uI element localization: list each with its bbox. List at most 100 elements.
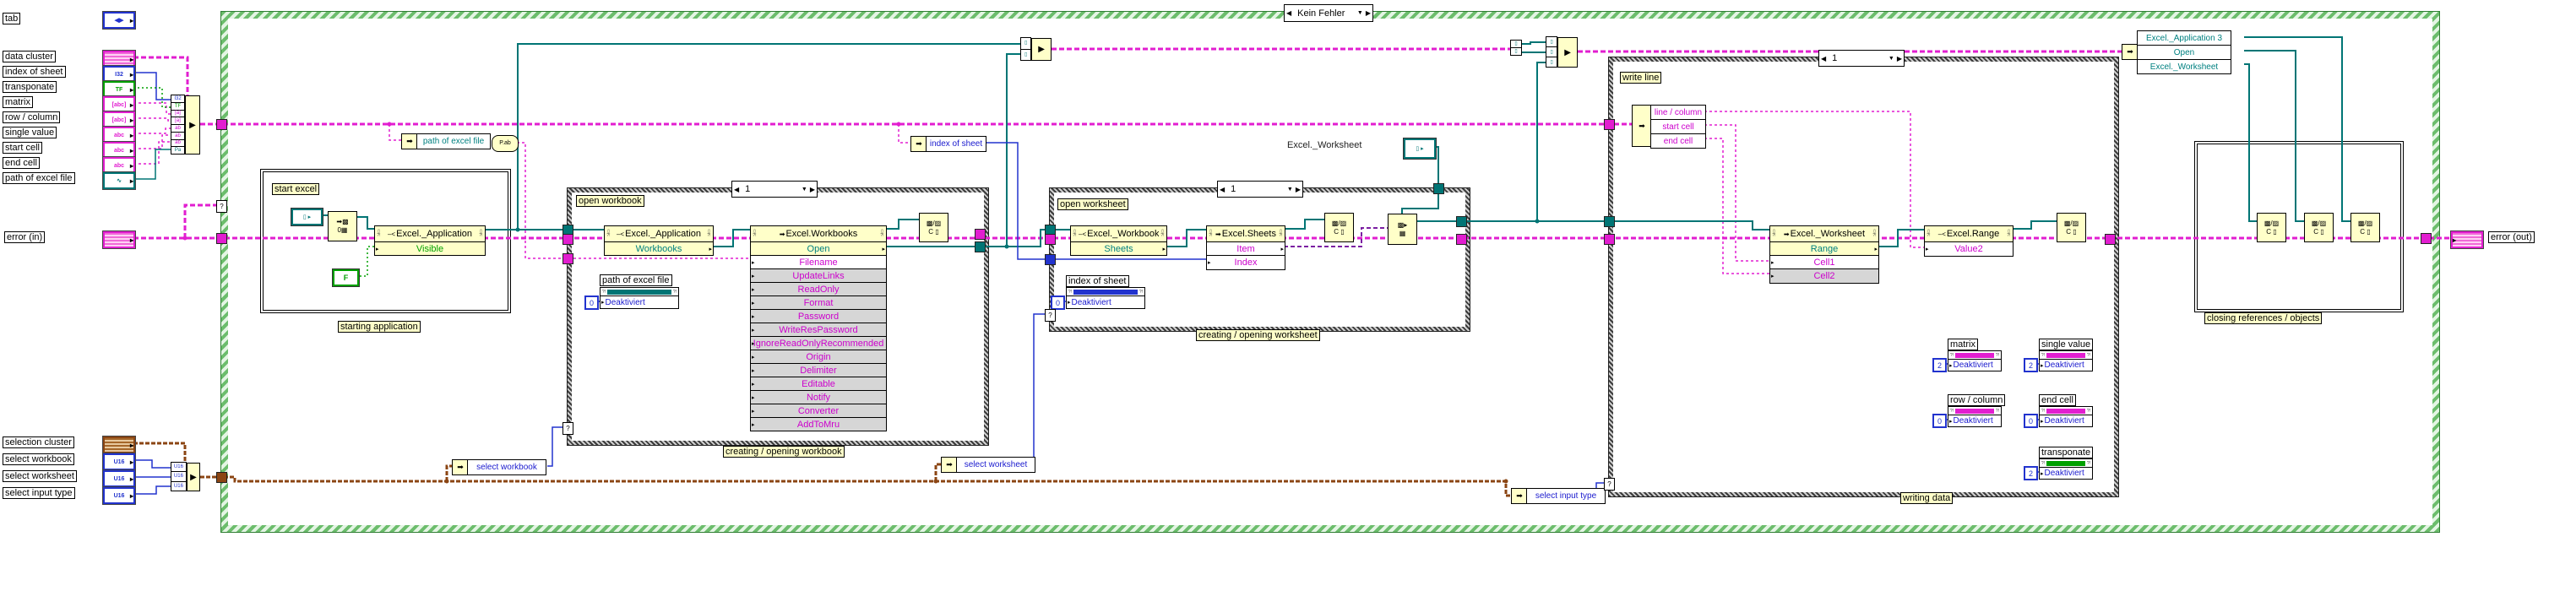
- automation-refnum-constant[interactable]: ▯ ▸: [291, 208, 323, 226]
- param-updatelinks[interactable]: UpdateLinks: [751, 268, 886, 282]
- wire-ref[interactable]: [1284, 219, 1324, 230]
- label-start-cell[interactable]: start cell: [3, 142, 42, 154]
- tunnel-path-string[interactable]: [562, 253, 573, 264]
- wire-path-branch[interactable]: [389, 124, 401, 141]
- invoke-method-open[interactable]: Open: [751, 241, 886, 255]
- caption-creating-opening-workbook[interactable]: creating / opening workbook: [723, 446, 845, 458]
- case-next-icon[interactable]: ▶: [810, 186, 815, 193]
- automation-open-icon[interactable]: ➡▩ 0▦: [328, 211, 357, 241]
- numeric-constant[interactable]: 2: [1932, 358, 1947, 372]
- wire-ref[interactable]: [2012, 220, 2057, 230]
- close-reference-icon[interactable]: ▩/▨ C ▯: [919, 213, 948, 242]
- selector-terminal-workbook[interactable]: ?: [562, 422, 573, 435]
- free-label-excel-worksheet[interactable]: Excel._Worksheet: [1287, 140, 1361, 150]
- property-visible[interactable]: Visible: [375, 241, 485, 255]
- wire-start-cell[interactable]: [1704, 124, 1769, 262]
- param-format[interactable]: Format: [751, 296, 886, 309]
- case-selector-writing[interactable]: ◀ 1 ▼ ▶: [1818, 50, 1905, 67]
- numeric-constant[interactable]: 0: [1051, 296, 1065, 310]
- wire-index-branch[interactable]: [898, 124, 910, 144]
- param-editable[interactable]: Editable: [751, 377, 886, 390]
- close-reference-icon[interactable]: ▩/▨ C ▯: [2257, 213, 2286, 242]
- bundle-selection[interactable]: U16 U16 U16 ▶: [171, 462, 200, 491]
- case-next-icon[interactable]: ▶: [1366, 9, 1371, 17]
- close-reference-icon[interactable]: ▩/▨ C ▯: [2350, 213, 2380, 242]
- wire-sel-worksheet[interactable]: [1024, 313, 1046, 464]
- disable-property-row[interactable]: Deaktiviert: [2039, 467, 2093, 480]
- param-filename[interactable]: Filename: [751, 255, 886, 268]
- numeric-constant[interactable]: 0: [2024, 414, 2038, 428]
- terminal-start-cell[interactable]: abc: [102, 141, 136, 160]
- case-prev-icon[interactable]: ◀: [1286, 9, 1291, 17]
- wire-ref[interactable]: [356, 216, 374, 230]
- tunnel-selection[interactable]: [216, 472, 227, 483]
- tunnel-ref[interactable]: [975, 241, 986, 252]
- property-value2[interactable]: Value2: [1925, 241, 2013, 256]
- disable-property-row[interactable]: Deaktiviert: [1948, 415, 2002, 427]
- tunnel-error-in[interactable]: [216, 233, 227, 244]
- note-open-worksheet[interactable]: open worksheet: [1057, 198, 1128, 210]
- numeric-constant[interactable]: 0: [584, 296, 599, 310]
- invoke-range[interactable]: Range: [1770, 241, 1878, 255]
- terminal-matrix[interactable]: [abc]: [102, 95, 136, 114]
- param-ignorereadonly[interactable]: IgnoreReadOnlyRecommended: [751, 336, 886, 350]
- wire-close-ws[interactable]: [2244, 63, 2257, 222]
- terminal-error-out[interactable]: [2450, 230, 2484, 249]
- to-more-specific-class-icon[interactable]: ▩▸ ▦: [1388, 214, 1417, 245]
- terminal-transponate[interactable]: TF: [102, 80, 136, 99]
- label-select-worksheet[interactable]: select worksheet: [3, 470, 77, 482]
- tunnel-error[interactable]: [562, 234, 573, 245]
- label-transponate[interactable]: transponate: [3, 81, 57, 93]
- wire-close-app[interactable]: [2244, 36, 2350, 222]
- caption-closing-references[interactable]: closing references / objects: [2204, 312, 2323, 324]
- case-dropdown-icon[interactable]: ▼: [802, 187, 807, 192]
- property-node-excel-application[interactable]: ▯ ?! –<Excel._Application ▯ ?! Visible: [374, 225, 486, 256]
- case-dropdown-icon[interactable]: ▼: [1357, 10, 1363, 16]
- wire-u16[interactable]: [133, 459, 171, 469]
- terminal-select-worksheet[interactable]: U16: [102, 469, 136, 488]
- label-error-in[interactable]: error (in): [4, 231, 46, 243]
- unbundle-ref-open[interactable]: Open: [2137, 45, 2231, 60]
- tunnel-error[interactable]: [975, 229, 986, 240]
- param-readonly[interactable]: ReadOnly: [751, 282, 886, 296]
- unbundle-ref-worksheet[interactable]: Excel._Worksheet: [2137, 59, 2231, 74]
- label-single-value[interactable]: single value: [3, 127, 57, 138]
- property-node-excel-application-workbooks[interactable]: ▯ ?! –<Excel._Application ▯ ?! Workbooks: [604, 225, 714, 256]
- case-dropdown-icon[interactable]: ▼: [1889, 56, 1894, 62]
- property-node-excel-workbook-sheets[interactable]: ▯ ?! –<Excel._Workbook ▯ ?! Sheets: [1070, 225, 1167, 256]
- selector-terminal-writing[interactable]: ?: [1604, 478, 1615, 491]
- case-next-icon[interactable]: ▶: [1897, 55, 1902, 62]
- wire-endc-term[interactable]: [133, 141, 171, 165]
- note-write-line[interactable]: write line: [1620, 72, 1662, 84]
- param-delimiter[interactable]: Delimiter: [751, 363, 886, 377]
- close-reference-icon[interactable]: ▩/▨ C ▯: [1324, 213, 1354, 242]
- note-start-excel[interactable]: start excel: [272, 183, 320, 195]
- tunnel-ref[interactable]: [1604, 216, 1615, 227]
- label-end-cell[interactable]: end cell: [3, 157, 40, 169]
- bundle-refs-2[interactable]: ▯ ▯ ▯ ▶: [1546, 36, 1578, 68]
- path-to-string-icon[interactable]: P.ab: [492, 135, 519, 152]
- wire-error-selector[interactable]: [183, 203, 218, 238]
- invoke-cell1[interactable]: Cell1: [1770, 255, 1878, 268]
- case-prev-icon[interactable]: ◀: [734, 186, 739, 193]
- param-password[interactable]: Password: [751, 309, 886, 323]
- invoke-item[interactable]: Item: [1207, 241, 1285, 255]
- terminal-select-workbook[interactable]: U16: [102, 453, 136, 471]
- note-open-workbook[interactable]: open workbook: [576, 195, 644, 207]
- label-disable-end-cell[interactable]: end cell: [2039, 394, 2076, 406]
- label-matrix[interactable]: matrix: [3, 96, 33, 108]
- numeric-constant[interactable]: 2: [2024, 358, 2038, 372]
- case-next-icon[interactable]: ▶: [1296, 186, 1301, 193]
- terminal-row-column[interactable]: [abc]: [102, 111, 136, 129]
- invoke-node-sheets-item[interactable]: ▯ ?!➡Excel.Sheets▯ ?! Item Index: [1206, 225, 1285, 270]
- label-select-input-type[interactable]: select input type: [3, 487, 75, 499]
- label-selection-cluster[interactable]: selection cluster: [3, 436, 74, 448]
- wire-ref[interactable]: [885, 219, 919, 230]
- caption-starting-application[interactable]: starting application: [338, 321, 421, 333]
- param-notify[interactable]: Notify: [751, 390, 886, 404]
- numeric-constant[interactable]: 2: [2024, 466, 2038, 480]
- property-workbooks[interactable]: Workbooks: [605, 241, 713, 255]
- terminal-error-in[interactable]: [102, 230, 136, 249]
- label-path-of-excel-file[interactable]: path of excel file: [3, 172, 75, 184]
- property-node-excel-range-value2[interactable]: ▯ ?! –<Excel.Range ▯ ?! Value2: [1924, 225, 2014, 257]
